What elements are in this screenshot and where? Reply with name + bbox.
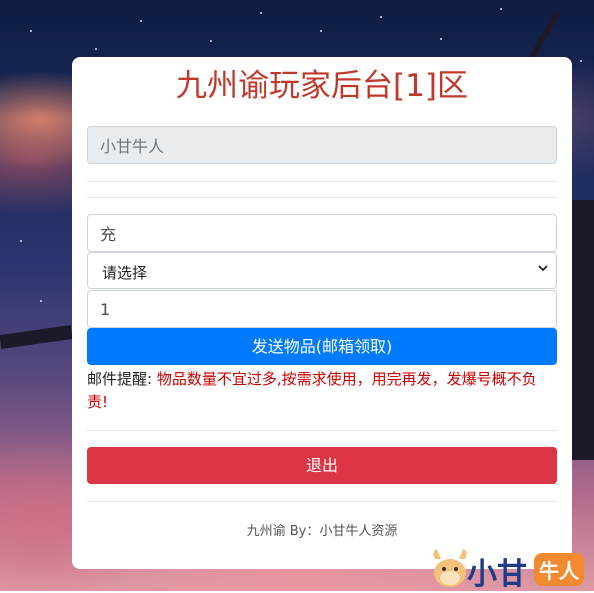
item-select-value: 请选择 bbox=[102, 264, 148, 282]
login-panel: 九州谕玩家后台[1]区 请选择 发送物品(邮箱领取) 邮件提醒: 物品数量不宜过… bbox=[72, 57, 572, 569]
footer-credit: 九州谕 By：小甘牛人资源 bbox=[246, 524, 398, 539]
watermark-logo: 小甘 牛人 bbox=[427, 545, 594, 592]
item-input[interactable] bbox=[87, 214, 557, 252]
star bbox=[580, 60, 582, 62]
star bbox=[95, 48, 97, 50]
watermark-badge: 牛人 bbox=[534, 553, 584, 586]
logout-button[interactable]: 退出 bbox=[87, 447, 557, 484]
star bbox=[500, 8, 502, 10]
star bbox=[320, 30, 322, 32]
star bbox=[440, 38, 442, 40]
quantity-input[interactable] bbox=[87, 290, 557, 328]
page-title: 九州谕玩家后台[1]区 bbox=[176, 68, 468, 104]
chevron-down-icon bbox=[538, 265, 548, 272]
divider bbox=[87, 430, 557, 431]
pillar bbox=[572, 200, 594, 460]
username-field[interactable] bbox=[87, 126, 557, 164]
roof-beam bbox=[0, 325, 73, 349]
star bbox=[30, 30, 32, 32]
star bbox=[40, 300, 42, 302]
notice-message: 物品数量不宜过多,按需求使用，用完再发，发爆号概不负责! bbox=[87, 370, 537, 411]
star bbox=[20, 240, 22, 242]
divider bbox=[87, 197, 557, 198]
mail-notice: 邮件提醒: 物品数量不宜过多,按需求使用，用完再发，发爆号概不负责! bbox=[87, 368, 557, 414]
divider bbox=[87, 501, 557, 502]
star bbox=[210, 40, 212, 42]
send-item-button[interactable]: 发送物品(邮箱领取) bbox=[87, 328, 557, 365]
item-select[interactable]: 请选择 bbox=[87, 252, 557, 289]
star bbox=[260, 12, 262, 14]
notice-label: 邮件提醒: bbox=[87, 370, 153, 388]
star bbox=[380, 16, 382, 18]
watermark-text: 小甘 bbox=[467, 557, 527, 592]
star bbox=[140, 20, 142, 22]
divider bbox=[87, 181, 557, 182]
